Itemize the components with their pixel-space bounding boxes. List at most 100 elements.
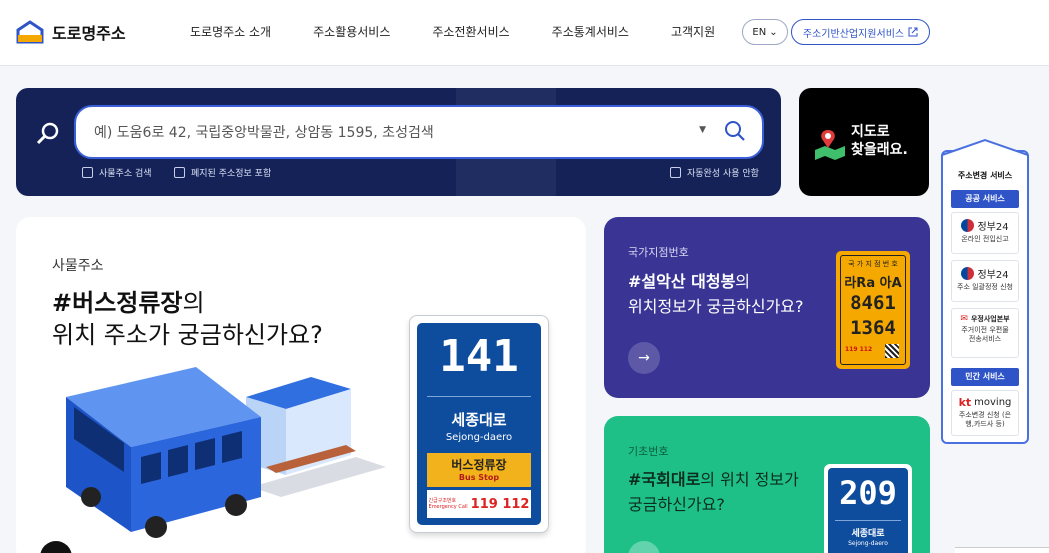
plate-border: 국 가 지 점 번 호 라Ra 아A 8461 1364 119 112 [840, 255, 906, 365]
postal-brand: ✉ 우정사업본부 [952, 314, 1018, 324]
nav-item-intro[interactable]: 도로명주소 소개 [190, 23, 271, 40]
logo-text: 도로명주소 [52, 24, 126, 43]
qr-code-icon [885, 344, 899, 358]
sign-panel: 141 세종대로 Sejong-daero 버스정류장 Bus Stop 긴급구… [417, 323, 541, 525]
sign-number: 209 [839, 474, 897, 512]
plate-northing: 1364 [850, 317, 896, 339]
industry-support-label: 주소기반산업지원서비스 [802, 28, 905, 40]
language-label: EN [752, 26, 767, 38]
national-point-number-card[interactable]: 국가지점번호 #설악산 대청봉의 위치정보가 궁금하신가요? → 국 가 지 점… [604, 217, 930, 398]
item-subtitle: 온라인 전입신고 [961, 235, 1009, 243]
private-service-badge: 민간 서비스 [951, 368, 1019, 386]
card-title-line2: 위치정보가 궁금하신가요? [628, 297, 804, 316]
public-service-badge: 공공 서비스 [951, 190, 1019, 208]
sign-road-name-en: Sejong-daero [848, 540, 888, 547]
site-logo[interactable]: 도로명주소 [16, 20, 126, 44]
bus-stop-address-sign: 141 세종대로 Sejong-daero 버스정류장 Bus Stop 긴급구… [409, 315, 549, 533]
postal-forwarding-link[interactable]: ✉ 우정사업본부 주거이전 우편물 전송서비스 [951, 308, 1019, 358]
kt-logo-icon: kt [958, 396, 972, 409]
sign-divider [835, 520, 901, 521]
bus-stop-illustration [66, 367, 386, 538]
option-label: 자동완성 사용 안함 [687, 169, 759, 179]
card-title-line2: 궁금하신가요? [628, 495, 725, 514]
abolished-address-option[interactable]: 폐지된 주소정보 포함 [174, 166, 271, 179]
search-icon[interactable] [724, 120, 746, 142]
sign-number: 141 [439, 331, 519, 382]
industry-support-link[interactable]: 주소기반산업지원서비스 [791, 19, 930, 45]
map-card-text: 지도로 찾을래요. [851, 123, 908, 159]
card-title: #국회대로의 위치 정보가 궁금하신가요? [628, 467, 799, 517]
header: 도로명주소 도로명주소 소개 주소활용서비스 주소전환서비스 주소통계서비스 고… [0, 0, 1049, 66]
option-label: 사물주소 검색 [99, 169, 152, 179]
map-card-line1: 지도로 [851, 124, 890, 140]
item-subtitle: 주소 일괄정정 신청 [957, 283, 1013, 291]
brand-name: 정부24 [977, 270, 1009, 281]
object-address-card[interactable]: 사물주소 #버스정류장의 위치 주소가 궁금하신가요? 141 세종대로 Sej… [16, 217, 586, 553]
plate-title: 국 가 지 점 번 호 [848, 260, 898, 268]
card-label: 사물주소 [52, 258, 104, 274]
map-search-card[interactable]: 지도로 찾을래요. [799, 88, 929, 196]
emergency-en: Emergency Call [428, 504, 468, 510]
nav-item-convert[interactable]: 주소전환서비스 [432, 23, 509, 40]
checkbox[interactable] [174, 167, 185, 178]
sign-road-name-en: Sejong-daero [445, 432, 513, 443]
house-logo-icon [16, 20, 44, 44]
sign-road-name: 세종대로 [451, 411, 507, 429]
card-label: 기초번호 [628, 445, 669, 458]
chevron-down-icon: ⌄ [769, 26, 778, 38]
carousel-button[interactable] [40, 541, 72, 553]
card-title-highlight: #국회대로 [628, 470, 701, 489]
checkbox[interactable] [82, 167, 93, 178]
card-title-suffix: 의 [182, 289, 205, 317]
language-button[interactable]: EN ⌄ [742, 19, 788, 45]
plate-grid-letters: 라Ra 아A [844, 276, 902, 291]
arrow-button[interactable] [628, 541, 660, 553]
emergency-numbers: 119 112 [470, 496, 530, 512]
gov24-brand: 정부24 [952, 218, 1018, 233]
bottom-corner-element [955, 547, 1049, 553]
search-type-dropdown-icon[interactable]: ▼ [699, 125, 706, 135]
postal-logo-icon: ✉ [960, 314, 968, 324]
kt-moving-brand: kt moving [952, 396, 1018, 409]
bus-stop-ko: 버스정류장 [451, 458, 507, 472]
item-subtitle: 주거이전 우편물 전송서비스 [961, 326, 1009, 343]
checkbox[interactable] [670, 167, 681, 178]
sign-road-name: 세종대로 [851, 529, 885, 539]
gov-emblem-icon [961, 219, 975, 232]
sign-divider [427, 396, 531, 397]
plate-easting: 8461 [850, 292, 896, 314]
autocomplete-toggle[interactable]: 자동완성 사용 안함 [670, 166, 759, 179]
card-title-suffix: 의 위치 정보가 [700, 470, 799, 489]
magnifier-icon [36, 122, 59, 145]
nav-item-stats[interactable]: 주소통계서비스 [552, 23, 629, 40]
plate-emergency: 119 112 [845, 346, 873, 353]
gov24-move-in-link[interactable]: 정부24 온라인 전입신고 [951, 212, 1019, 254]
card-title: #설악산 대청봉의 위치정보가 궁금하신가요? [628, 269, 804, 319]
card-title-highlight: #버스정류장 [52, 289, 183, 317]
point-number-plate: 국 가 지 점 번 호 라Ra 아A 8461 1364 119 112 [836, 251, 910, 369]
nav-item-usage[interactable]: 주소활용서비스 [313, 23, 390, 40]
gov24-brand: 정부24 [952, 266, 1018, 281]
kt-moving-link[interactable]: kt moving 주소변경 신청 (은행,카드사 등) [951, 390, 1019, 436]
brand-name: 정부24 [977, 222, 1009, 233]
item-subtitle: 주소변경 신청 (은행,카드사 등) [958, 411, 1012, 428]
card-title-line2: 위치 주소가 궁금하신가요? [52, 321, 323, 349]
base-number-card[interactable]: 기초번호 #국회대로의 위치 정보가 궁금하신가요? 209 세종대로 Sejo… [604, 416, 930, 553]
object-address-option[interactable]: 사물주소 검색 [82, 166, 152, 179]
address-change-panel: 주소변경 서비스 공공 서비스 정부24 온라인 전입신고 정부24 주소 일괄… [941, 138, 1029, 444]
option-label: 폐지된 주소정보 포함 [191, 169, 272, 179]
bus-stop-en: Bus Stop [458, 473, 500, 482]
nav-item-support[interactable]: 고객지원 [671, 23, 715, 40]
gov-emblem-icon [961, 267, 975, 280]
emergency-call-label: 긴급구조번호 Emergency Call 119 112 [427, 490, 531, 518]
search-panel: 예) 도움6로 42, 국립중앙박물관, 상암동 1595, 초성검색 ▼ 사물… [16, 88, 781, 196]
gov24-bulk-correction-link[interactable]: 정부24 주소 일괄정정 신청 [951, 260, 1019, 302]
search-input[interactable]: 예) 도움6로 42, 국립중앙박물관, 상암동 1595, 초성검색 ▼ [74, 105, 764, 159]
arrow-right-icon[interactable]: → [628, 342, 660, 374]
panel-title: 주소변경 서비스 [957, 171, 1013, 180]
search-placeholder: 예) 도움6로 42, 국립중앙박물관, 상암동 1595, 초성검색 [94, 125, 434, 141]
base-number-sign: 209 세종대로 Sejong-daero [824, 464, 912, 553]
sign-bus-stop-label: 버스정류장 Bus Stop [427, 453, 531, 487]
card-title-highlight: #설악산 대청봉 [628, 272, 736, 291]
panel-top-cap [941, 138, 1029, 156]
